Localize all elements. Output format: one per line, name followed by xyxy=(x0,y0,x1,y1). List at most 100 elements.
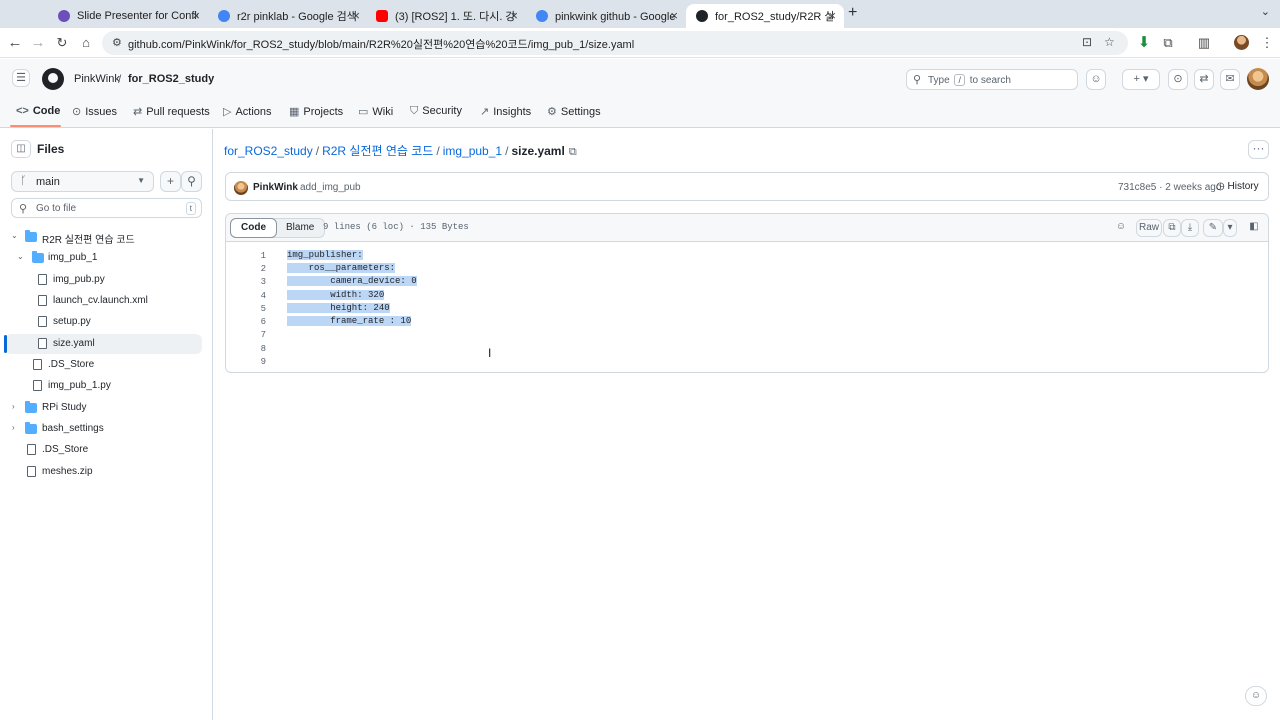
owner-link[interactable]: PinkWink xyxy=(74,73,120,85)
tab-insights[interactable]: ↗ Insights xyxy=(480,105,531,118)
close-tab-icon[interactable]: × xyxy=(828,8,836,23)
history-button[interactable]: ◷ History xyxy=(1216,181,1259,192)
sidebar-title: Files xyxy=(37,142,65,156)
tree-file[interactable]: img_pub.py xyxy=(5,270,202,290)
search-files-button[interactable]: ⚲ xyxy=(181,171,202,192)
tree-folder[interactable]: ⌄ img_pub_1 xyxy=(5,248,202,268)
user-avatar[interactable] xyxy=(1247,68,1269,90)
tab-title: pinkwink github - Google 검색 xyxy=(555,11,676,23)
tab-settings[interactable]: ⚙ Settings xyxy=(547,105,601,118)
pull-requests-icon[interactable]: ⇄ xyxy=(1194,69,1214,90)
search-input[interactable]: ⚲ Type / to search xyxy=(906,69,1078,90)
tab-projects[interactable]: ▦ Projects xyxy=(289,105,343,118)
branch-selector[interactable]: ᚴ main ▼ xyxy=(11,171,154,192)
browser-menu-icon[interactable]: ⋮ xyxy=(1258,34,1276,52)
copilot-icon[interactable]: ☺ xyxy=(1112,219,1130,237)
go-to-file-input[interactable]: ⚲ Go to file t xyxy=(11,198,202,218)
home-icon[interactable]: ⌂ xyxy=(77,34,95,52)
tree-file[interactable]: meshes.zip xyxy=(5,462,202,482)
view-mode-toggle: Code Blame xyxy=(230,218,326,238)
commit-author-avatar[interactable] xyxy=(234,181,248,195)
tree-folder[interactable]: ⌄ R2R 실전편 연습 코드 xyxy=(5,227,202,247)
tab-search-chevron-icon[interactable]: ⌄ xyxy=(1261,5,1270,18)
raw-button[interactable]: Raw xyxy=(1136,219,1162,237)
inbox-icon[interactable]: ✉ xyxy=(1220,69,1240,90)
tab-code[interactable]: <> Code xyxy=(16,105,60,117)
github-logo-icon[interactable] xyxy=(42,68,64,90)
tree-file-selected[interactable]: size.yaml xyxy=(5,334,202,354)
issues-icon[interactable]: ⊙ xyxy=(1168,69,1188,90)
download-icon[interactable]: ⬇ xyxy=(1135,34,1153,52)
commit-meta[interactable]: 731c8e5 · 2 weeks ago xyxy=(1118,182,1221,193)
edit-pencil-icon[interactable]: ✎ xyxy=(1203,219,1223,237)
code-line[interactable]: img_publisher: xyxy=(287,250,363,260)
code-line[interactable]: camera_device: 0 xyxy=(287,276,417,286)
file-icon xyxy=(38,316,47,327)
tree-folder[interactable]: › bash_settings xyxy=(5,419,202,439)
collapse-sidebar-icon[interactable]: ◫ xyxy=(11,140,31,158)
tree-file[interactable]: img_pub_1.py xyxy=(5,376,202,396)
install-app-icon[interactable]: ⊡ xyxy=(1082,35,1092,49)
browser-tab[interactable]: Slide Presenter for Confluenc × xyxy=(48,4,208,28)
add-file-button[interactable]: + xyxy=(160,171,181,192)
go-to-file-shortcut: t xyxy=(185,202,196,215)
tab-actions[interactable]: ▷ Actions xyxy=(223,105,272,118)
browser-tab-strip: Slide Presenter for Confluenc × r2r pink… xyxy=(0,0,1280,28)
site-info-icon[interactable]: ⚙ xyxy=(112,36,122,49)
download-icon[interactable]: ⤓ xyxy=(1181,219,1199,237)
tree-folder[interactable]: › RPi Study xyxy=(5,398,202,418)
browser-tab[interactable]: r2r pinklab - Google 검색 × xyxy=(208,4,368,28)
copy-raw-icon[interactable]: ⧉ xyxy=(1163,219,1181,237)
symbols-panel-icon[interactable]: ◧ xyxy=(1246,219,1262,237)
copilot-chat-icon[interactable]: ☺ xyxy=(1245,686,1267,706)
close-tab-icon[interactable]: × xyxy=(352,8,360,23)
code-line[interactable]: height: 240 xyxy=(287,303,390,313)
repo-link[interactable]: for_ROS2_study xyxy=(128,73,214,85)
copy-path-icon[interactable]: ⧉ xyxy=(569,146,577,158)
browser-tab-active[interactable]: for_ROS2_study/R2R 실전편 연 × xyxy=(686,4,844,28)
more-options-icon[interactable]: ··· xyxy=(1248,140,1269,159)
reload-icon[interactable]: ↻ xyxy=(53,34,71,52)
tab-pull-requests[interactable]: ⇄ Pull requests xyxy=(133,105,210,118)
close-tab-icon[interactable]: × xyxy=(192,8,200,23)
address-bar[interactable]: ⚙ github.com/PinkWink/for_ROS2_study/blo… xyxy=(102,31,1128,55)
selected-indicator xyxy=(4,335,7,353)
commit-author[interactable]: PinkWink xyxy=(253,182,298,193)
tree-file[interactable]: .DS_Store xyxy=(5,355,202,375)
browser-tab[interactable]: (3) [ROS2] 1. 또. 다시. 강조하는 × xyxy=(366,4,526,28)
breadcrumb-folder-link[interactable]: R2R 실전편 연습 코드 xyxy=(322,144,433,158)
forward-arrow-icon[interactable]: → xyxy=(29,34,47,52)
tree-file[interactable]: launch_cv.launch.xml xyxy=(5,291,202,311)
hamburger-menu-icon[interactable]: ☰ xyxy=(12,69,30,87)
profile-avatar[interactable] xyxy=(1234,35,1249,50)
new-tab-icon[interactable]: + xyxy=(848,4,857,22)
search-icon: ⚲ xyxy=(19,203,28,215)
tab-issues[interactable]: ⊙ Issues xyxy=(72,105,117,118)
tree-file[interactable]: setup.py xyxy=(5,312,202,332)
code-line[interactable]: width: 320 xyxy=(287,290,385,300)
code-line[interactable]: frame_rate : 10 xyxy=(287,316,412,326)
side-panel-icon[interactable]: ▥ xyxy=(1195,34,1213,52)
blame-view-button[interactable]: Blame xyxy=(276,219,324,237)
chevron-right-icon: › xyxy=(12,402,15,411)
breadcrumb-folder-link[interactable]: img_pub_1 xyxy=(443,144,502,158)
extensions-icon[interactable]: ⧉ xyxy=(1159,34,1177,52)
code-line[interactable]: ros__parameters: xyxy=(287,263,396,273)
branch-name: main xyxy=(36,176,60,188)
breadcrumb-repo-link[interactable]: for_ROS2_study xyxy=(224,144,313,158)
gear-icon: ⚙ xyxy=(547,106,557,118)
code-view-button[interactable]: Code xyxy=(230,218,277,238)
tree-file[interactable]: .DS_Store xyxy=(5,440,202,460)
close-tab-icon[interactable]: × xyxy=(670,8,678,23)
tab-wiki[interactable]: ▭ Wiki xyxy=(358,105,393,118)
back-arrow-icon[interactable]: ← xyxy=(6,34,24,52)
copilot-icon[interactable]: ☺ xyxy=(1086,69,1106,90)
chevron-down-icon[interactable]: ▾ xyxy=(1223,219,1237,237)
tree-label: launch_cv.launch.xml xyxy=(53,295,148,306)
tab-security[interactable]: ⛉ Security xyxy=(410,105,462,118)
commit-message[interactable]: add_img_pub xyxy=(300,182,361,193)
close-tab-icon[interactable]: × xyxy=(510,8,518,23)
create-new-button[interactable]: + ▾ xyxy=(1122,69,1160,90)
browser-tab[interactable]: pinkwink github - Google 검색 × xyxy=(526,4,686,28)
bookmark-star-icon[interactable]: ☆ xyxy=(1104,35,1115,49)
